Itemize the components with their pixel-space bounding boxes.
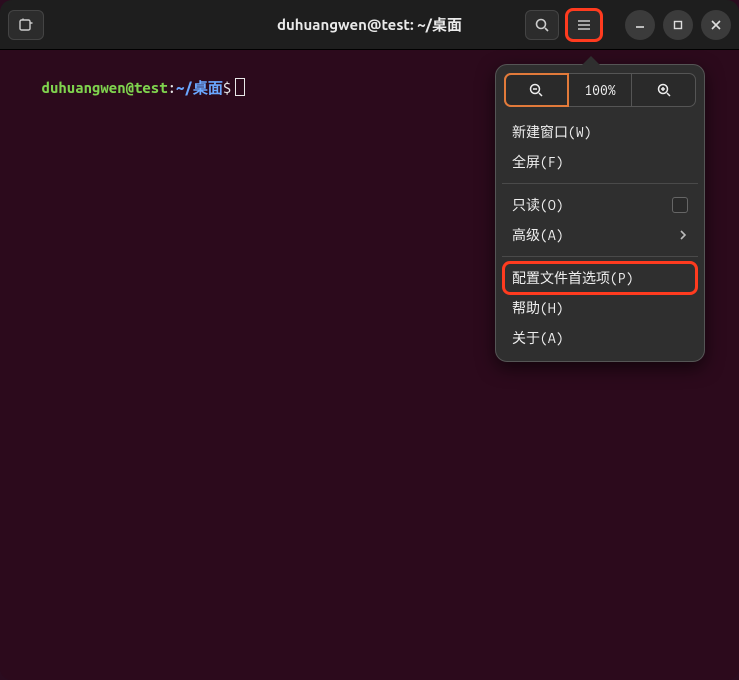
menu-item-new-window[interactable]: 新建窗口(W) [504,117,696,147]
close-icon [710,19,722,31]
menu-item-advanced[interactable]: 高级(A) [504,220,696,250]
menu-separator [502,183,698,184]
terminal-cursor [235,78,245,96]
zoom-in-icon [656,82,672,98]
menu-item-preferences[interactable]: 配置文件首选项(P) [504,263,696,293]
maximize-icon [672,19,684,31]
close-button[interactable] [701,10,731,40]
zoom-out-icon [528,82,544,98]
new-tab-button[interactable] [8,10,44,40]
search-icon [534,17,550,33]
readonly-checkbox[interactable] [672,197,688,213]
hamburger-popover: 100% 新建窗口(W) 全屏(F) 只读(O) 高级(A) 配置文件首选项(P… [495,64,705,362]
terminal-area[interactable]: duhuangwen@test:~/桌面$ 100% 新建窗口(W) 全屏(F)… [0,50,739,680]
zoom-value[interactable]: 100% [569,73,633,107]
prompt-dollar: $ [223,79,231,96]
minimize-icon [634,19,646,31]
menu-item-label: 高级(A) [512,225,564,245]
zoom-in-button[interactable] [632,73,696,107]
menu-item-label: 新建窗口(W) [512,122,592,142]
search-button[interactable] [525,10,559,40]
chevron-right-icon [678,230,688,240]
menu-item-label: 关于(A) [512,328,564,348]
zoom-out-button[interactable] [504,73,569,107]
zoom-row: 100% [504,73,696,107]
menu-item-label: 配置文件首选项(P) [512,268,634,288]
minimize-button[interactable] [625,10,655,40]
hamburger-menu-button[interactable] [567,10,601,40]
menu-item-label: 全屏(F) [512,152,564,172]
prompt-path: ~/桌面 [176,79,223,96]
new-tab-icon [18,17,34,33]
maximize-button[interactable] [663,10,693,40]
menu-item-fullscreen[interactable]: 全屏(F) [504,147,696,177]
prompt-sep: : [168,79,176,96]
titlebar: duhuangwen@test: ~/桌面 [0,0,739,50]
menu-separator [502,256,698,257]
menu-item-about[interactable]: 关于(A) [504,323,696,353]
menu-item-label: 帮助(H) [512,298,564,318]
prompt-user-host: duhuangwen@test [42,79,168,96]
hamburger-icon [576,17,592,33]
menu-item-label: 只读(O) [512,195,564,215]
menu-item-help[interactable]: 帮助(H) [504,293,696,323]
menu-item-readonly[interactable]: 只读(O) [504,190,696,220]
